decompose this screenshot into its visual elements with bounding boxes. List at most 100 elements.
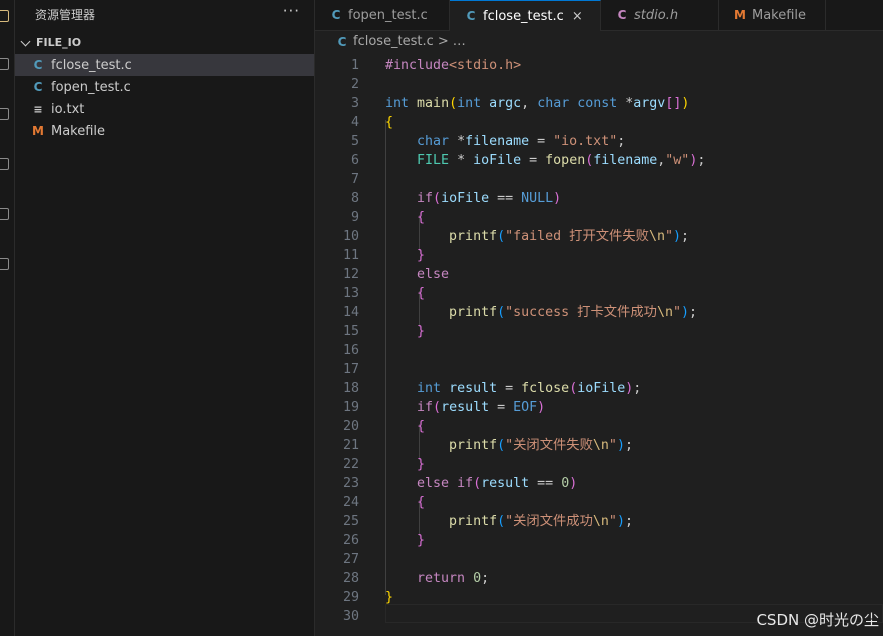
file-item-makefile[interactable]: M Makefile [15, 120, 314, 142]
c-file-icon: C [337, 34, 347, 49]
code-line[interactable]: 3 int main(int argc, char const *argv[]) [315, 94, 883, 113]
code-line[interactable]: 9 { [315, 208, 883, 227]
code-line[interactable]: 18 int result = fclose(ioFile); [315, 379, 883, 398]
tab-makefile[interactable]: M Makefile [719, 0, 826, 30]
explorer-sidebar: 资源管理器 ··· FILE_IO C fclose_test.c C fope… [15, 0, 315, 636]
code-line[interactable]: 24 { [315, 493, 883, 512]
remote-icon[interactable] [0, 258, 9, 270]
code-line[interactable]: 21 printf("关闭文件失败\n"); [315, 436, 883, 455]
makefile-icon: M [734, 8, 746, 22]
file-label: fclose_test.c [51, 57, 132, 73]
line-number: 12 [342, 267, 359, 282]
code-editor[interactable]: 1 #include<stdio.h> 2 3 int main(int argc, c… [315, 52, 883, 636]
tab-fopen-test[interactable]: C fopen_test.c [315, 0, 450, 30]
line-number: 8 [350, 191, 359, 206]
code-line[interactable]: 5 char *filename = "io.txt"; [315, 132, 883, 151]
file-item-fopen-test[interactable]: C fopen_test.c [15, 76, 314, 98]
code-line[interactable]: 11 } [315, 246, 883, 265]
code-line[interactable]: 4{ [315, 113, 883, 132]
code-line[interactable]: 15 } [315, 322, 883, 341]
c-file-icon: C [466, 9, 476, 23]
line-number: 5 [350, 134, 359, 149]
close-icon[interactable]: × [572, 9, 583, 24]
code-line[interactable]: 16 [315, 341, 883, 360]
code-line[interactable]: 7 [315, 170, 883, 189]
watermark: CSDN @时光の尘 [756, 611, 879, 629]
code-text: if(ioFile == NULL) [417, 191, 562, 206]
line-number: 9 [350, 210, 359, 225]
explorer-icon[interactable] [0, 10, 9, 22]
code-line[interactable]: 6 FILE * ioFile = fopen(filename,"w"); [315, 151, 883, 170]
code-text: char *filename = "io.txt"; [417, 134, 626, 149]
chevron-down-icon [20, 36, 31, 46]
breadcrumb-symbol[interactable]: … [453, 34, 466, 49]
code-line[interactable]: 22 } [315, 455, 883, 474]
more-actions-button[interactable]: ··· [283, 2, 300, 20]
line-number: 22 [342, 457, 359, 472]
code-text: { [417, 419, 426, 434]
code-line[interactable]: 10 printf("failed 打开文件失败\n"); [315, 227, 883, 246]
tab-stdio-h[interactable]: C stdio.h [601, 0, 719, 30]
line-number: 29 [342, 590, 359, 605]
code-line[interactable]: 29} [315, 588, 883, 607]
editor-tabs: C fopen_test.c C fclose_test.c × C stdio… [315, 0, 883, 31]
file-label: Makefile [51, 123, 106, 139]
code-text: } [417, 248, 426, 263]
breadcrumb-file[interactable]: fclose_test.c [353, 34, 434, 49]
code-line[interactable]: 26 } [315, 531, 883, 550]
line-number: 21 [342, 438, 359, 453]
code-line[interactable]: 27 [315, 550, 883, 569]
code-line[interactable]: 20 { [315, 417, 883, 436]
code-line[interactable]: 19 if(result = EOF) [315, 398, 883, 417]
file-item-fclose-test[interactable]: C fclose_test.c [15, 54, 314, 76]
code-text: if(result = EOF) [417, 400, 546, 415]
header-file-icon: C [617, 8, 627, 22]
line-number: 25 [342, 514, 359, 529]
code-text: printf("failed 打开文件失败\n"); [449, 229, 689, 244]
tab-label: fclose_test.c [483, 8, 564, 24]
code-text: { [417, 495, 426, 510]
line-number: 18 [342, 381, 359, 396]
file-item-io-txt[interactable]: ≡ io.txt [15, 98, 314, 120]
code-text: else if(result == 0) [417, 476, 578, 491]
line-number: 28 [342, 571, 359, 586]
line-number: 23 [342, 476, 359, 491]
code-line[interactable]: 14 printf("success 打卡文件成功\n"); [315, 303, 883, 322]
code-line[interactable]: 23 else if(result == 0) [315, 474, 883, 493]
c-file-icon: C [33, 80, 43, 94]
code-line[interactable]: 12 else [315, 265, 883, 284]
code-line[interactable]: 1 #include<stdio.h> [315, 56, 883, 75]
folder-header[interactable]: FILE_IO [19, 36, 81, 49]
source-control-icon[interactable] [0, 108, 9, 120]
file-label: fopen_test.c [51, 79, 131, 95]
code-text: { [417, 286, 426, 301]
line-number: 15 [342, 324, 359, 339]
code-text: #include<stdio.h> [385, 58, 522, 73]
code-text: else [417, 267, 450, 282]
code-text: { [417, 210, 426, 225]
code-line[interactable]: 13 { [315, 284, 883, 303]
run-debug-icon[interactable] [0, 158, 9, 170]
line-number: 27 [342, 552, 359, 567]
code-line[interactable]: 17 [315, 360, 883, 379]
code-text: { [385, 115, 394, 130]
extensions-icon[interactable] [0, 208, 9, 220]
tab-fclose-test[interactable]: C fclose_test.c × [450, 0, 601, 31]
line-number: 7 [350, 172, 359, 187]
code-line[interactable]: 25 printf("关闭文件成功\n"); [315, 512, 883, 531]
code-text: return 0; [417, 571, 490, 586]
breadcrumb: C fclose_test.c > … [335, 34, 466, 49]
code-text: } [385, 590, 394, 605]
folder-name: FILE_IO [36, 36, 82, 49]
line-number: 17 [342, 362, 359, 377]
line-number: 16 [342, 343, 359, 358]
tab-label: Makefile [752, 7, 807, 23]
code-line[interactable]: 2 [315, 75, 883, 94]
line-number: 10 [342, 229, 359, 244]
code-line[interactable]: 28 return 0; [315, 569, 883, 588]
code-line[interactable]: 8 if(ioFile == NULL) [315, 189, 883, 208]
line-number: 19 [342, 400, 359, 415]
search-icon[interactable] [0, 58, 9, 70]
code-text: } [417, 457, 426, 472]
file-label: io.txt [51, 101, 85, 117]
